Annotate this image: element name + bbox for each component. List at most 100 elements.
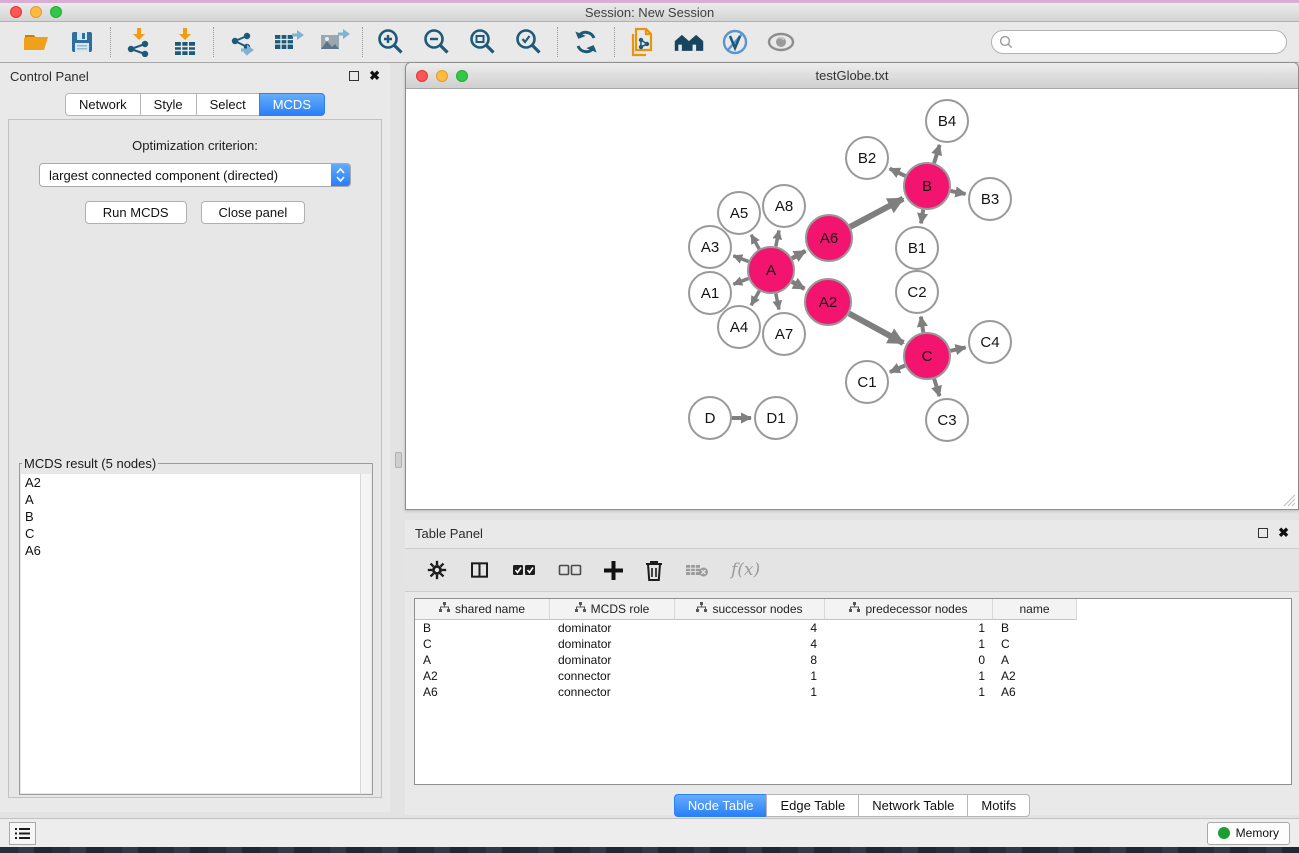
tab-network[interactable]: Network <box>65 93 141 116</box>
table-cell[interactable]: A6 <box>993 685 1077 699</box>
mcds-result-item[interactable]: B <box>21 508 360 525</box>
edge-A-A2[interactable] <box>792 282 805 289</box>
table-cell[interactable]: dominator <box>550 653 675 667</box>
network-canvas[interactable]: B4B2BB3A8A5A6A3B1AC2A1A2A4A7C4CC1DD1C3 <box>406 89 1298 509</box>
mcds-result-item[interactable]: C <box>21 525 360 542</box>
export-table-icon[interactable] <box>272 26 304 58</box>
table-cell[interactable]: C <box>993 637 1077 651</box>
table-options-gear-icon[interactable] <box>427 560 447 580</box>
table-cell[interactable]: connector <box>550 669 675 683</box>
table-cell[interactable]: A2 <box>415 669 550 683</box>
tab-select[interactable]: Select <box>196 93 260 116</box>
deselect-all-checkboxes-icon[interactable] <box>558 563 582 577</box>
mcds-result-item[interactable]: A <box>21 491 360 508</box>
network-overview-icon[interactable] <box>673 26 705 58</box>
network-graph[interactable]: B4B2BB3A8A5A6A3B1AC2A1A2A4A7C4CC1DD1C3 <box>406 89 1298 510</box>
table-cell[interactable]: 4 <box>675 621 825 635</box>
result-list-scrollbar[interactable] <box>361 474 371 793</box>
add-column-icon[interactable] <box>604 561 623 580</box>
edge-C-C1[interactable] <box>890 366 905 373</box>
edge-A-A3[interactable] <box>733 256 748 262</box>
edge-C-C2[interactable] <box>921 317 923 333</box>
column-header-name[interactable]: name <box>993 599 1077 620</box>
close-panel-button[interactable]: Close panel <box>201 201 306 224</box>
first-neighbors-icon[interactable] <box>627 26 659 58</box>
eye-icon[interactable] <box>765 26 797 58</box>
column-header-predecessor-nodes[interactable]: predecessor nodes <box>825 599 993 620</box>
zoom-out-icon[interactable] <box>421 26 453 58</box>
mcds-result-item[interactable]: A6 <box>21 542 360 559</box>
refresh-view-icon[interactable] <box>570 26 602 58</box>
edge-A2-C[interactable] <box>849 314 903 344</box>
table-row[interactable]: Bdominator41B <box>415 620 1291 636</box>
table-cell[interactable]: B <box>993 621 1077 635</box>
table-cell[interactable]: C <box>415 637 550 651</box>
optimization-criterion-dropdown[interactable]: largest connected component (directed) <box>39 163 351 187</box>
panel-splitter-handle[interactable] <box>395 452 402 468</box>
save-session-icon[interactable] <box>66 26 98 58</box>
zoom-selected-icon[interactable] <box>513 26 545 58</box>
table-row[interactable]: A6connector11A6 <box>415 684 1291 700</box>
table-row[interactable]: Cdominator41C <box>415 636 1291 652</box>
table-cell[interactable]: 1 <box>825 637 993 651</box>
edge-A-A6[interactable] <box>792 251 805 258</box>
edge-A-A7[interactable] <box>776 294 779 310</box>
tab-mcds[interactable]: MCDS <box>259 93 325 116</box>
tab-style[interactable]: Style <box>140 93 197 116</box>
task-history-button[interactable] <box>9 822 36 845</box>
close-panel-icon[interactable]: ✖ <box>369 71 380 81</box>
table-row[interactable]: A2connector11A2 <box>415 668 1291 684</box>
table-cell[interactable]: 1 <box>825 685 993 699</box>
table-cell[interactable]: A <box>415 653 550 667</box>
table-cell[interactable]: 1 <box>675 685 825 699</box>
float-panel-icon[interactable] <box>349 71 359 81</box>
edge-B-B1[interactable] <box>921 210 923 224</box>
tab-node-table[interactable]: Node Table <box>674 794 768 817</box>
float-table-panel-icon[interactable] <box>1258 528 1268 538</box>
edge-A-A5[interactable] <box>751 235 759 249</box>
table-cell[interactable]: B <box>415 621 550 635</box>
tab-motifs[interactable]: Motifs <box>967 794 1030 817</box>
import-table-icon[interactable] <box>169 26 201 58</box>
run-mcds-button[interactable]: Run MCDS <box>85 201 187 224</box>
select-all-checkboxes-icon[interactable] <box>512 563 536 577</box>
resize-grip-icon[interactable] <box>1283 494 1296 507</box>
table-cell[interactable]: 1 <box>825 621 993 635</box>
function-builder-icon[interactable]: f(x) <box>731 560 760 580</box>
mcds-result-list[interactable]: A2ABCA6 <box>21 474 361 793</box>
table-cell[interactable]: 8 <box>675 653 825 667</box>
delete-column-icon[interactable] <box>645 560 663 581</box>
edge-B-B4[interactable] <box>934 145 940 163</box>
table-cell[interactable]: 1 <box>675 669 825 683</box>
hide-graphics-details-icon[interactable] <box>719 26 751 58</box>
delete-table-icon[interactable] <box>685 562 709 578</box>
edge-A-A4[interactable] <box>751 291 759 305</box>
edge-C-C3[interactable] <box>934 379 939 396</box>
search-input[interactable] <box>991 30 1287 54</box>
column-header-successor-nodes[interactable]: successor nodes <box>675 599 825 620</box>
tab-edge-table[interactable]: Edge Table <box>766 794 859 817</box>
zoom-in-icon[interactable] <box>375 26 407 58</box>
column-header-shared-name[interactable]: shared name <box>415 599 550 620</box>
memory-button[interactable]: Memory <box>1207 822 1290 845</box>
import-network-icon[interactable] <box>123 26 155 58</box>
table-cell[interactable]: A6 <box>415 685 550 699</box>
column-header-mcds-role[interactable]: MCDS role <box>550 599 675 620</box>
edge-A6-B[interactable] <box>850 199 903 227</box>
show-column-icon[interactable] <box>469 560 490 580</box>
node-table[interactable]: shared nameMCDS rolesuccessor nodesprede… <box>414 598 1292 785</box>
table-cell[interactable]: A2 <box>993 669 1077 683</box>
table-cell[interactable]: connector <box>550 685 675 699</box>
zoom-fit-icon[interactable] <box>467 26 499 58</box>
edge-B-B2[interactable] <box>890 169 906 176</box>
table-cell[interactable]: A <box>993 653 1077 667</box>
edge-A-A1[interactable] <box>733 279 748 285</box>
edge-C-C4[interactable] <box>950 347 965 350</box>
export-image-icon[interactable] <box>318 26 350 58</box>
table-cell[interactable]: dominator <box>550 621 675 635</box>
open-session-icon[interactable] <box>20 26 52 58</box>
export-network-icon[interactable] <box>226 26 258 58</box>
mcds-result-item[interactable]: A2 <box>21 474 360 491</box>
close-table-panel-icon[interactable]: ✖ <box>1278 528 1289 538</box>
edge-A-A8[interactable] <box>776 231 779 247</box>
